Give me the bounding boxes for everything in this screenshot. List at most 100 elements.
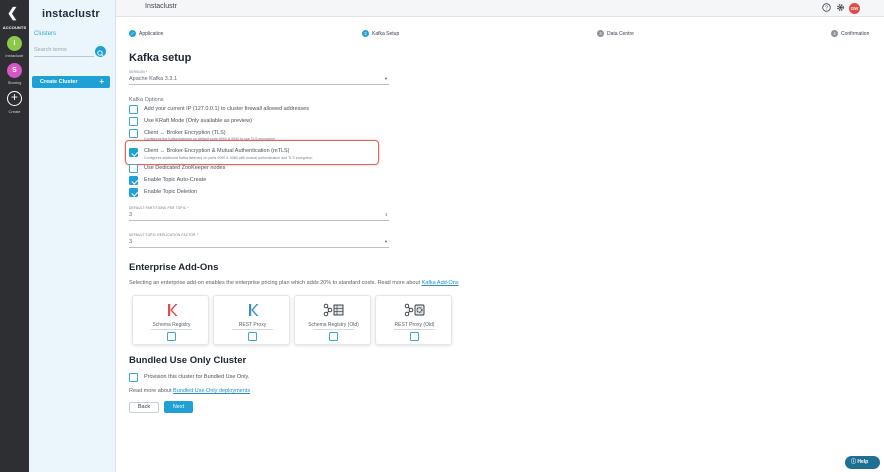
step-number: 3 [597, 30, 604, 37]
stepper-arrows-icon[interactable]: ⇕ [385, 212, 388, 217]
sharing-account-avatar[interactable]: S [7, 63, 22, 78]
option-description: Configures the Kafka listeners on defaul… [144, 137, 275, 141]
option-label: Add your current IP (127.0.0.1) to clust… [144, 106, 309, 112]
bundled-use-only-link[interactable]: Bundled Use Only deployments [173, 388, 250, 394]
mtls-checkbox[interactable] [129, 148, 138, 157]
sharing-account-caption: Sharing [7, 80, 22, 85]
back-chevron-icon[interactable]: ❮ [7, 5, 18, 21]
instaclustr-account-caption: Instaclustr [5, 53, 24, 58]
addon-card-schema-registry-old[interactable]: Schema Registry (Old) [294, 295, 371, 345]
gear-icon[interactable] [836, 3, 845, 12]
kraft-mode-checkbox[interactable] [129, 117, 138, 126]
help-icon: ⓘ [851, 459, 857, 465]
step-data-centre[interactable]: 3 Data Centre [597, 30, 634, 37]
option-label: Enable Topic Auto-Create [144, 177, 207, 183]
option-label: Client ↔ Broker Encryption (TLS) [144, 130, 226, 136]
account-rail: ❮ ACCOUNTS I Instaclustr S Sharing + Cre… [0, 0, 29, 472]
step-label: Application [139, 30, 164, 37]
chevron-down-icon: ▼ [384, 239, 388, 244]
addons-description-text: Selecting an enterprise add-on enables t… [129, 280, 421, 286]
kafka-version-value: Apache Kafka 3.3.1 [129, 76, 178, 82]
addon-label: Schema Registry [152, 322, 191, 328]
help-button[interactable]: ⓘ Help [845, 456, 880, 469]
schema-registry-checkbox[interactable] [167, 332, 176, 341]
search-input[interactable]: Search terms [34, 45, 94, 57]
option-label: Use Dedicated ZooKeeper nodes [144, 165, 226, 171]
accounts-label: ACCOUNTS [2, 25, 27, 30]
schema-registry-old-checkbox[interactable] [329, 332, 338, 341]
kafka-cluster-grid-icon [323, 303, 344, 317]
clusters-sidebar: instaclustr Clusters Search terms Create… [29, 0, 116, 472]
divider [232, 329, 273, 330]
chevron-down-icon: ▼ [384, 76, 388, 81]
plus-icon: + [99, 77, 104, 86]
option-label: Use KRaft Mode (Only available as previe… [144, 118, 252, 124]
topic-deletion-checkbox[interactable] [129, 188, 138, 197]
addon-card-schema-registry[interactable]: Schema Registry [132, 295, 209, 345]
kafka-addons-link[interactable]: Kafka Add-Ons [422, 280, 459, 286]
help-circle-icon[interactable]: ? [822, 3, 831, 12]
step-kafka-setup[interactable]: 2 Kafka Setup [362, 30, 399, 37]
rest-proxy-checkbox[interactable] [248, 332, 257, 341]
topic-auto-create-checkbox[interactable] [129, 176, 138, 185]
user-avatar[interactable]: GW [849, 3, 860, 14]
bundled-use-only-checkbox[interactable] [129, 373, 138, 382]
replication-value: 3 [129, 239, 133, 245]
addons-title: Enterprise Add-Ons [129, 262, 219, 273]
addon-label: Schema Registry (Old) [308, 322, 359, 328]
dedicated-zookeeper-checkbox[interactable] [129, 164, 138, 173]
tls-checkbox[interactable] [129, 129, 138, 138]
create-cluster-label: Create Cluster [40, 79, 78, 85]
kafka-k-blue-icon [249, 304, 259, 316]
addons-description: Selecting an enterprise add-on enables t… [129, 280, 459, 286]
addon-card-rest-proxy[interactable]: REST Proxy [213, 295, 290, 345]
divider [151, 329, 192, 330]
step-label: Kafka Setup [372, 30, 400, 37]
partitions-value: 3 [129, 212, 133, 218]
add-ip-checkbox[interactable] [129, 105, 138, 114]
create-cluster-button[interactable]: Create Cluster + [32, 76, 110, 88]
rest-proxy-old-checkbox[interactable] [410, 332, 419, 341]
replication-factor-select[interactable]: 3 ▼ [129, 238, 389, 248]
sidebar-title: Clusters [34, 31, 57, 37]
option-label: Provision this cluster for Bundled Use O… [144, 374, 250, 380]
next-button[interactable]: Next [164, 401, 193, 413]
replication-label: DEFAULT TOPIC REPLICATION FACTOR * [129, 233, 199, 237]
addon-label: REST Proxy [238, 322, 267, 328]
help-label: Help [857, 459, 869, 465]
step-number: 4 [831, 30, 838, 37]
addon-card-rest-proxy-old[interactable]: REST Proxy (Old) [375, 295, 452, 345]
version-label: VERSION * [129, 70, 148, 74]
step-application[interactable]: ✓ Application [129, 30, 163, 37]
kafka-version-select[interactable]: Apache Kafka 3.3.1 ▼ [129, 75, 389, 85]
brand-title: Instaclustr [145, 3, 177, 10]
option-label: Enable Topic Deletion [144, 189, 198, 195]
kafka-k-red-icon [168, 304, 178, 316]
option-description: Configures additional Kafka listeners on… [144, 156, 313, 160]
top-bar: Instaclustr ? GW [116, 0, 884, 17]
step-number: 2 [362, 30, 369, 37]
instaclustr-account-avatar[interactable]: I [7, 36, 22, 51]
create-account-caption: Create [8, 109, 21, 114]
step-label: Confirmation [841, 30, 870, 37]
step-label: Data Centre [607, 30, 634, 37]
back-button[interactable]: Back [129, 402, 159, 413]
search-icon [97, 50, 104, 57]
option-label: Client ↔ Broker Encryption & Mutual Auth… [144, 148, 290, 154]
create-account-plus-icon[interactable]: + [7, 91, 22, 106]
bundled-read-more: Read more about Bundled Use Only deploym… [129, 388, 250, 394]
kafka-options-label: Kafka Options [129, 97, 164, 103]
page-title: Kafka setup [129, 52, 192, 64]
step-confirmation[interactable]: 4 Confirmation [831, 30, 869, 37]
kafka-cluster-gear-icon [404, 303, 425, 317]
divider [313, 329, 354, 330]
partitions-label: DEFAULT PARTITIONS PER TOPIC * [129, 206, 189, 210]
read-more-text: Read more about [129, 388, 172, 394]
bundled-title: Bundled Use Only Cluster [129, 355, 247, 366]
search-button[interactable] [95, 46, 106, 57]
svg-text:?: ? [825, 5, 828, 11]
addon-label: REST Proxy (Old) [394, 322, 435, 328]
divider [394, 329, 435, 330]
instaclustr-logo: instaclustr [42, 8, 100, 20]
partitions-input[interactable]: 3 ⇕ [129, 211, 389, 221]
